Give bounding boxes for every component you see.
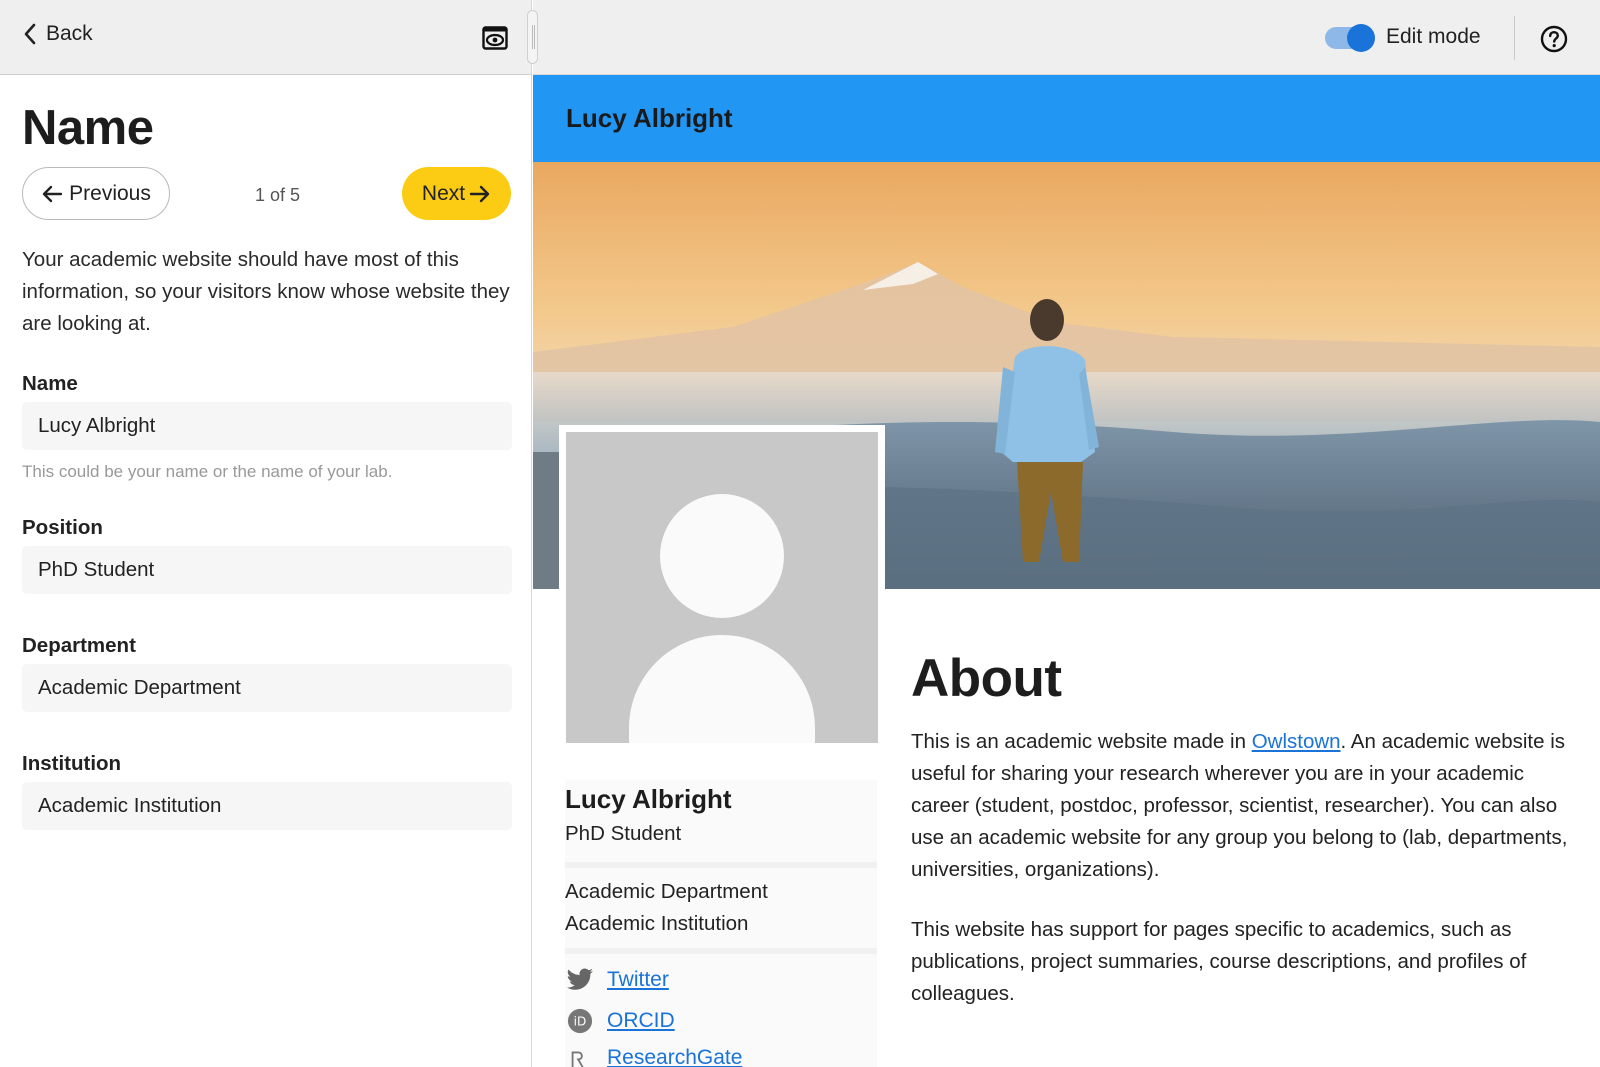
- profile-name: Lucy Albright: [565, 784, 732, 814]
- site-header: Lucy Albright: [533, 75, 1600, 162]
- social-link-twitter[interactable]: Twitter: [565, 965, 669, 995]
- chevron-left-icon: [24, 23, 36, 45]
- position-field-label: Position: [22, 516, 103, 539]
- back-label: Back: [46, 22, 93, 45]
- twitter-link[interactable]: Twitter: [607, 968, 669, 992]
- about-paragraph-2: This website has support for pages speci…: [911, 918, 1527, 1005]
- name-input[interactable]: Lucy Albright: [22, 402, 512, 450]
- profile-photo-frame[interactable]: [559, 425, 885, 750]
- avatar-body-shape: [629, 635, 815, 743]
- panel-resize-handle[interactable]: [527, 10, 538, 64]
- toolbar-divider: [1514, 16, 1515, 60]
- arrow-left-icon: [42, 185, 63, 202]
- about-text-segment: This is an academic website made in: [911, 730, 1252, 753]
- next-button[interactable]: Next: [402, 167, 511, 220]
- social-link-researchgate[interactable]: ResearchGate: [565, 1043, 742, 1067]
- orcid-link[interactable]: ORCID: [607, 1009, 675, 1033]
- toggle-knob: [1347, 24, 1375, 52]
- institution-input[interactable]: Academic Institution: [22, 782, 512, 830]
- owlstown-link[interactable]: Owlstown: [1252, 730, 1341, 753]
- back-button[interactable]: Back: [22, 22, 93, 46]
- social-link-orcid[interactable]: iD ORCID: [565, 1006, 675, 1036]
- previous-button[interactable]: Previous: [22, 167, 170, 220]
- name-field-hint: This could be your name or the name of y…: [22, 462, 393, 481]
- profile-position: PhD Student: [565, 822, 682, 845]
- profile-institution: Academic Institution: [565, 912, 749, 935]
- researchgate-icon: [565, 1043, 595, 1067]
- svg-text:iD: iD: [574, 1015, 587, 1029]
- editor-panel: Back Name Previous 1 of 5 Next Your acad…: [0, 0, 532, 1067]
- step-counter: 1 of 5: [255, 185, 301, 205]
- department-field-label: Department: [22, 634, 136, 657]
- about-paragraph-1: This is an academic website made in Owls…: [911, 726, 1576, 886]
- researchgate-link[interactable]: ResearchGate: [607, 1046, 742, 1067]
- position-input[interactable]: PhD Student: [22, 546, 512, 594]
- edit-mode-label: Edit mode: [1386, 25, 1481, 48]
- help-icon[interactable]: [1540, 25, 1568, 53]
- profile-card: Lucy Albright PhD Student Academic Depar…: [565, 780, 877, 1067]
- profile-department: Academic Department: [565, 880, 768, 903]
- orcid-icon: iD: [565, 1006, 595, 1036]
- arrow-right-icon: [469, 185, 490, 202]
- avatar-placeholder: [566, 432, 878, 743]
- avatar-head-shape: [660, 494, 784, 618]
- institution-field-label: Institution: [22, 752, 122, 775]
- preview-toolbar: Edit mode: [533, 0, 1600, 75]
- preview-eye-icon[interactable]: [482, 26, 508, 50]
- edit-mode-toggle[interactable]: [1325, 24, 1375, 52]
- twitter-icon: [565, 965, 595, 995]
- about-heading: About: [911, 649, 1062, 708]
- next-label: Next: [421, 181, 466, 205]
- site-preview-panel: Edit mode Lucy Albright Lucy Albright Ph…: [533, 0, 1600, 1067]
- editor-toolbar: Back: [0, 0, 531, 75]
- name-field-label: Name: [22, 372, 78, 395]
- department-input[interactable]: Academic Department: [22, 664, 512, 712]
- intro-text: Your academic website should have most o…: [22, 248, 510, 335]
- profile-separator: [565, 948, 877, 954]
- site-title[interactable]: Lucy Albright: [566, 103, 733, 134]
- previous-label: Previous: [69, 181, 151, 205]
- profile-separator: [565, 862, 877, 868]
- step-title: Name: [22, 101, 154, 155]
